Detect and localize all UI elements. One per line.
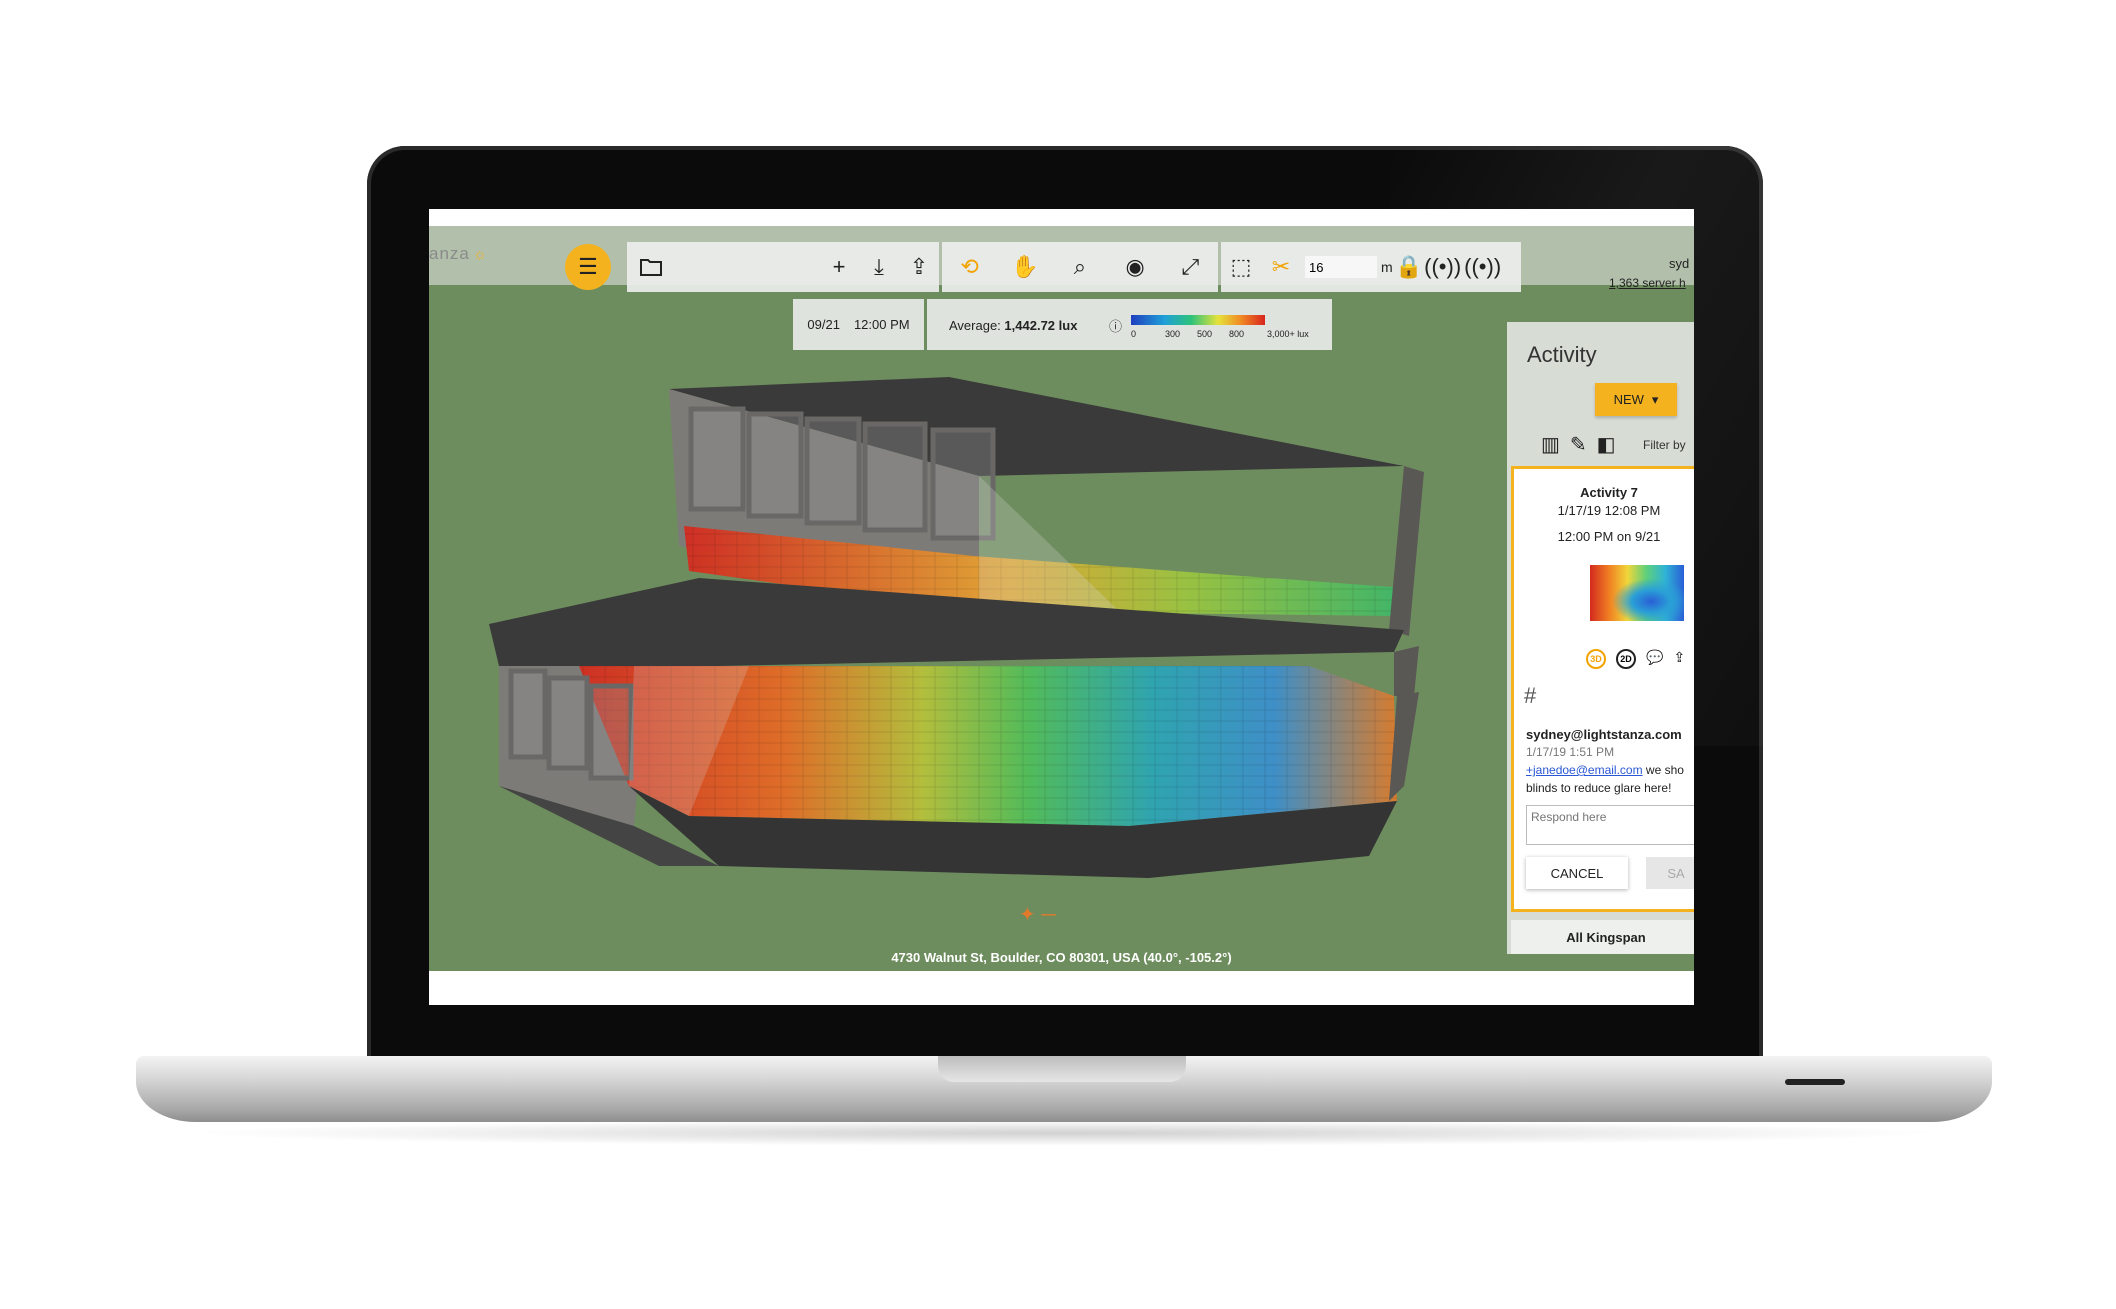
tick-label: 500 <box>1197 329 1213 339</box>
plus-icon[interactable]: + <box>819 247 859 287</box>
share-icon[interactable]: ⇪ <box>899 247 939 287</box>
laptop-screen: anza☼ ☰ + ⤓ ⇪ ⟲ ✋ ⌕ ◉ ⤢ ⬚ ✂ m 🔒 ((• <box>429 209 1694 1005</box>
upper-right-wall <box>1389 466 1424 636</box>
view-3d-icon[interactable]: 3D <box>1586 649 1606 669</box>
info-icon[interactable]: ⓘ <box>1109 316 1122 335</box>
3d-viewport[interactable]: anza☼ ☰ + ⤓ ⇪ ⟲ ✋ ⌕ ◉ ⤢ ⬚ ✂ m 🔒 ((• <box>429 226 1694 971</box>
cube-icon[interactable]: ⬚ <box>1221 247 1261 287</box>
laptop-indicator <box>1785 1079 1845 1085</box>
tick-label: 0 <box>1131 329 1137 339</box>
lux-color-scale <box>1131 315 1265 325</box>
activity-card[interactable]: Activity 7 1/17/19 12:08 PM 12:00 PM on … <box>1511 466 1694 912</box>
sensor-alt-icon[interactable]: ((•)) <box>1463 247 1503 287</box>
logo: anza ☼ <box>429 244 488 263</box>
sensor-icon[interactable]: ((•)) <box>1423 247 1463 287</box>
lock-icon[interactable]: 🔒 <box>1395 247 1423 287</box>
user-name[interactable]: syd <box>1669 256 1689 271</box>
hand-icon[interactable]: ✋ <box>1005 247 1045 287</box>
mention-link[interactable]: +janedoe@email.com <box>1526 763 1643 777</box>
comment-icon[interactable]: 💬 <box>1646 649 1663 669</box>
menu-button[interactable]: ☰ <box>565 244 611 290</box>
distance-unit: m <box>1381 259 1393 275</box>
tools-toolbar-group: ⬚ ✂ m 🔒 ((•)) ((•)) <box>1221 242 1521 292</box>
activity-card-title: Activity 7 <box>1580 485 1638 500</box>
activity-card-time: 12:00 PM on 9/21 <box>1557 529 1661 544</box>
laptop-notch <box>938 1056 1186 1082</box>
lux-legend-panel: Average: 1,442.72 lux ⓘ 0 300 500 800 3,… <box>927 299 1332 350</box>
menu-star-icon: ☰ <box>578 254 598 279</box>
chart-check-icon[interactable]: ▥ <box>1541 432 1560 457</box>
orbit-icon[interactable]: ⟲ <box>950 247 990 287</box>
activity-tools: ▥ ✎ ◧ <box>1541 432 1616 457</box>
new-activity-button[interactable]: NEW ▾ <box>1595 383 1677 416</box>
activity-card-date: 1/17/19 12:08 PM <box>1557 503 1661 518</box>
server-hours-link[interactable]: 1,363 server h <box>1609 276 1686 290</box>
date-value: 09/21 <box>807 317 840 332</box>
time-value: 12:00 PM <box>853 317 910 332</box>
download-icon[interactable]: ⤓ <box>859 247 899 287</box>
heatmap-thumbnail[interactable] <box>1590 565 1684 621</box>
compass-icon[interactable]: ✦ ─ <box>1019 902 1055 927</box>
filter-by-label[interactable]: Filter by <box>1643 438 1686 452</box>
eye-icon[interactable]: ◉ <box>1115 247 1155 287</box>
hashtag-icon[interactable]: # <box>1524 683 1536 709</box>
save-button[interactable]: SA <box>1646 857 1694 889</box>
activity-card-actions: 3D 2D 💬 ⇪ <box>1586 649 1685 669</box>
search-icon[interactable]: ⌕ <box>1060 247 1100 287</box>
share-icon[interactable]: ⇪ <box>1673 649 1685 669</box>
file-toolbar-group: + ⤓ ⇪ <box>627 242 939 292</box>
scissors-icon[interactable]: ✂ <box>1261 247 1301 287</box>
chevron-down-icon: ▾ <box>1651 391 1659 407</box>
split-view-icon[interactable]: ◧ <box>1597 432 1616 457</box>
comment-author: sydney@lightstanza.com <box>1526 727 1682 742</box>
comment-text: +janedoe@email.com we sho blinds to redu… <box>1526 763 1684 795</box>
distance-input[interactable] <box>1305 256 1377 278</box>
tick-label: 300 <box>1165 329 1181 339</box>
tick-label: 3,000+ lux <box>1267 329 1309 339</box>
edit-icon[interactable]: ✎ <box>1570 432 1587 457</box>
lower-right-wall <box>1394 646 1419 696</box>
folder-icon[interactable] <box>631 247 671 287</box>
activity-panel: Activity NEW ▾ ▥ ✎ ◧ Filter by Activity 7… <box>1507 322 1694 954</box>
all-kingspan-tab[interactable]: All Kingspan <box>1511 920 1694 954</box>
activity-title: Activity <box>1527 342 1597 367</box>
cancel-button[interactable]: CANCEL <box>1526 857 1628 889</box>
respond-input[interactable] <box>1526 805 1694 845</box>
date-time-panel[interactable]: 09/21 12:00 PM <box>793 299 924 350</box>
sun-logo-icon: ☼ <box>472 246 488 263</box>
expand-icon[interactable]: ⤢ <box>1170 247 1210 287</box>
site-address: 4730 Walnut St, Boulder, CO 80301, USA (… <box>891 950 1232 965</box>
comment-date: 1/17/19 1:51 PM <box>1526 745 1615 759</box>
average-lux: Average: 1,442.72 lux <box>949 318 1078 333</box>
laptop-shadow <box>180 1120 1950 1146</box>
view-2d-icon[interactable]: 2D <box>1616 649 1636 669</box>
view-toolbar-group: ⟲ ✋ ⌕ ◉ ⤢ <box>942 242 1218 292</box>
tick-label: 800 <box>1229 329 1245 339</box>
